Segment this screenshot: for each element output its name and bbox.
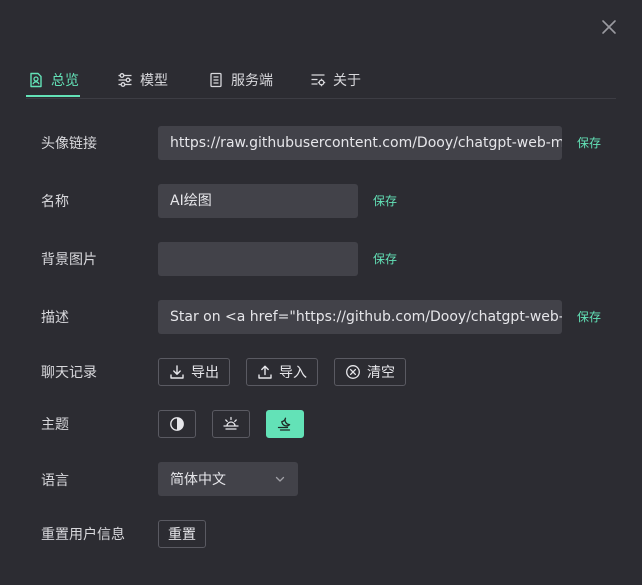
language-select-value: 简体中文 (170, 472, 226, 488)
dark-theme-button[interactable] (266, 410, 304, 438)
auto-theme-icon (170, 417, 184, 431)
export-button[interactable]: 导出 (158, 358, 230, 386)
name-input[interactable]: AI绘图 (158, 184, 358, 218)
settings-modal: 总览 模型 服务端 关于 头像链接 https://raw.githubuser… (0, 0, 642, 585)
light-theme-button[interactable] (212, 410, 250, 438)
avatar-link-input[interactable]: https://raw.githubusercontent.com/Dooy/c… (158, 126, 562, 160)
name-save-button[interactable]: 保存 (373, 192, 397, 209)
tab-model[interactable]: 模型 (117, 65, 168, 95)
download-icon (170, 365, 184, 379)
reset-user-info-label: 重置用户信息 (41, 527, 125, 543)
tab-about-label: 关于 (333, 73, 361, 89)
active-tab-indicator (26, 95, 80, 97)
import-button-label: 导入 (279, 365, 307, 381)
export-button-label: 导出 (191, 365, 219, 381)
tab-overview-label: 总览 (51, 73, 79, 89)
description-label: 描述 (41, 310, 69, 326)
settings-list-icon (310, 72, 326, 88)
reset-button[interactable]: 重置 (158, 520, 206, 548)
tab-bar: 总览 模型 服务端 关于 (26, 62, 616, 99)
chat-history-label: 聊天记录 (41, 365, 97, 381)
theme-label: 主题 (41, 417, 69, 433)
avatar-save-button[interactable]: 保存 (577, 134, 601, 151)
tab-model-label: 模型 (140, 73, 168, 89)
tab-about[interactable]: 关于 (310, 65, 361, 95)
sliders-icon (117, 72, 133, 88)
upload-icon (258, 365, 272, 379)
background-save-button[interactable]: 保存 (373, 250, 397, 267)
close-icon[interactable] (598, 17, 620, 39)
clear-button[interactable]: 清空 (334, 358, 406, 386)
background-image-input[interactable] (158, 242, 358, 276)
tab-overview[interactable]: 总览 (28, 65, 79, 95)
profile-icon (28, 72, 44, 88)
clear-button-label: 清空 (367, 365, 395, 381)
name-label: 名称 (41, 194, 69, 210)
description-input[interactable]: Star on <a href="https://github.com/Dooy… (158, 300, 562, 334)
server-icon (208, 72, 224, 88)
avatar-link-label: 头像链接 (41, 136, 97, 152)
background-image-label: 背景图片 (41, 252, 97, 268)
description-save-button[interactable]: 保存 (577, 308, 601, 325)
chevron-down-icon (275, 476, 285, 482)
clear-circle-icon (346, 365, 360, 379)
language-label: 语言 (41, 473, 69, 489)
auto-theme-button[interactable] (158, 410, 196, 438)
language-select[interactable]: 简体中文 (158, 462, 298, 496)
tab-server-label: 服务端 (231, 73, 273, 89)
import-button[interactable]: 导入 (246, 358, 318, 386)
light-theme-icon (223, 416, 239, 430)
tab-server[interactable]: 服务端 (208, 65, 273, 95)
dark-theme-icon (277, 417, 291, 431)
